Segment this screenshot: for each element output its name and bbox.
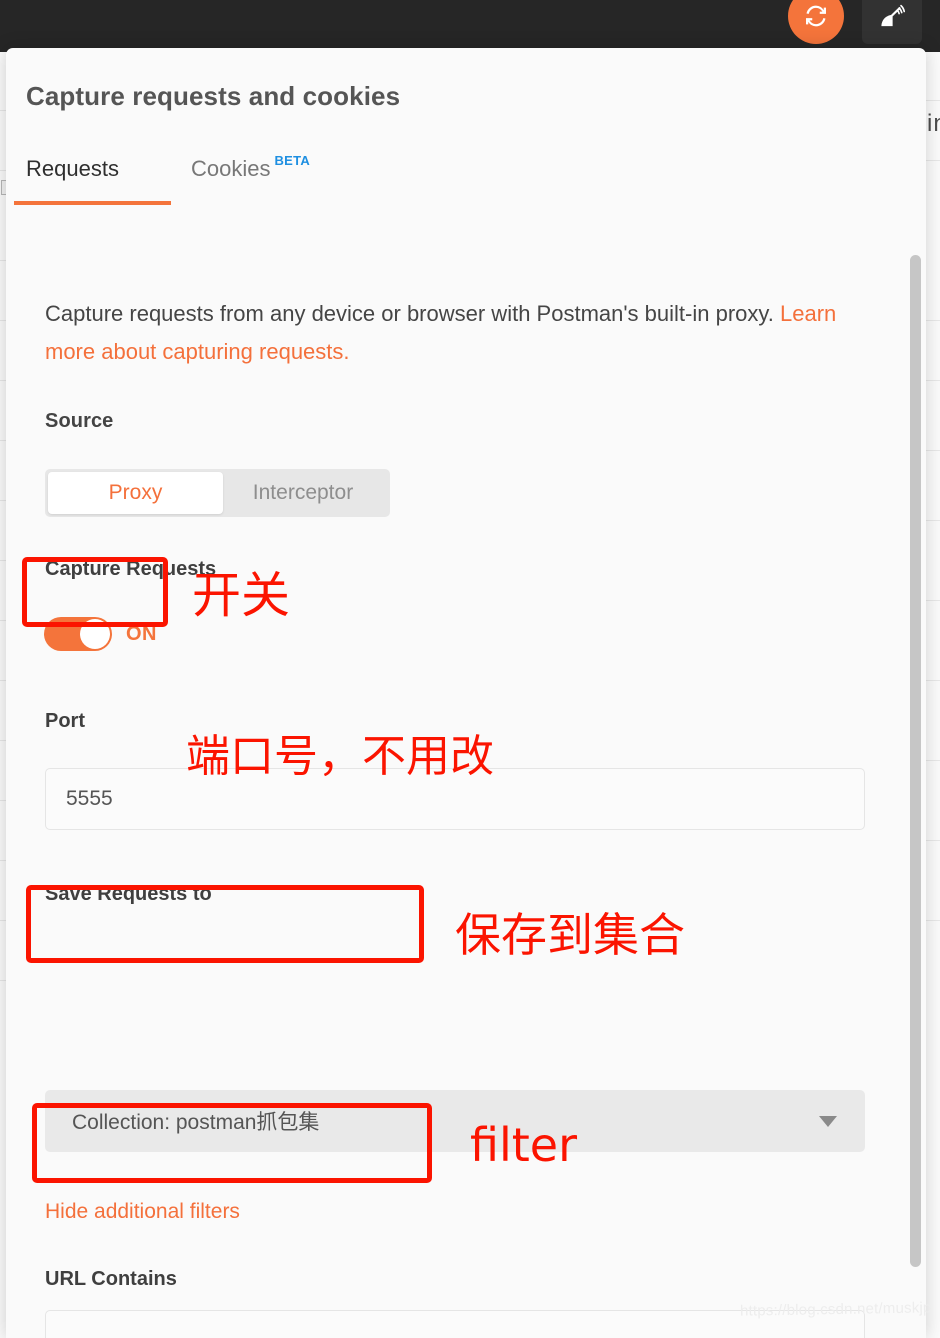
source-label: Source <box>45 410 114 432</box>
tab-cookies-label: Cookies <box>191 156 271 181</box>
source-option-proxy[interactable]: Proxy <box>48 472 223 514</box>
toggle-additional-filters-link[interactable]: Hide additional filters <box>45 1200 240 1224</box>
capture-requests-modal: Capture requests and cookies Requests Co… <box>6 48 926 1338</box>
annotation-collection-note: 保存到集合 <box>455 908 685 962</box>
source-option-interceptor[interactable]: Interceptor <box>223 472 383 514</box>
capture-requests-toggle-group[interactable]: ON <box>44 617 157 651</box>
page-title: Capture requests and cookies <box>26 81 401 111</box>
port-label: Port <box>45 710 85 732</box>
capture-satellite-button[interactable] <box>862 0 922 44</box>
toggle-knob <box>80 619 110 649</box>
beta-badge: BETA <box>274 153 311 168</box>
background-right-strip <box>926 52 940 1338</box>
chevron-down-icon <box>819 1116 837 1127</box>
annotation-port-note: 端口号，不用改 <box>186 731 494 782</box>
capture-requests-label: Capture Requests <box>45 558 217 580</box>
save-requests-to-select[interactable]: Collection: postman抓包集 <box>45 1090 865 1152</box>
selected-collection-value: Collection: postman抓包集 <box>72 1111 320 1134</box>
source-segmented-control: Proxy Interceptor <box>45 469 390 517</box>
app-titlebar <box>0 0 940 52</box>
url-contains-label: URL Contains <box>45 1268 177 1290</box>
tab-bar: Requests Cookies BETA <box>6 148 926 206</box>
save-requests-to-label: Save Requests to <box>45 883 212 905</box>
background-text: in <box>927 110 940 137</box>
tab-requests[interactable]: Requests <box>26 148 119 205</box>
tab-cookies[interactable]: Cookies BETA <box>191 148 310 205</box>
modal-description: Capture requests from any device or brow… <box>45 295 845 371</box>
scrollbar-track[interactable] <box>910 255 921 1315</box>
toggle-state-label: ON <box>126 622 157 645</box>
tab-requests-label: Requests <box>26 156 119 181</box>
capture-requests-toggle[interactable] <box>44 617 112 651</box>
annotation-filter-note: filter <box>470 1118 578 1172</box>
scrollbar-thumb[interactable] <box>910 255 921 1267</box>
sync-button[interactable] <box>788 0 844 44</box>
sync-refresh-icon <box>806 5 826 27</box>
satellite-dish-icon <box>881 4 906 27</box>
annotation-toggle-note: 开关 <box>192 567 291 624</box>
watermark: https://blog.csdn.net/muskjp <box>740 1299 933 1320</box>
description-text: Capture requests from any device or brow… <box>45 301 780 326</box>
